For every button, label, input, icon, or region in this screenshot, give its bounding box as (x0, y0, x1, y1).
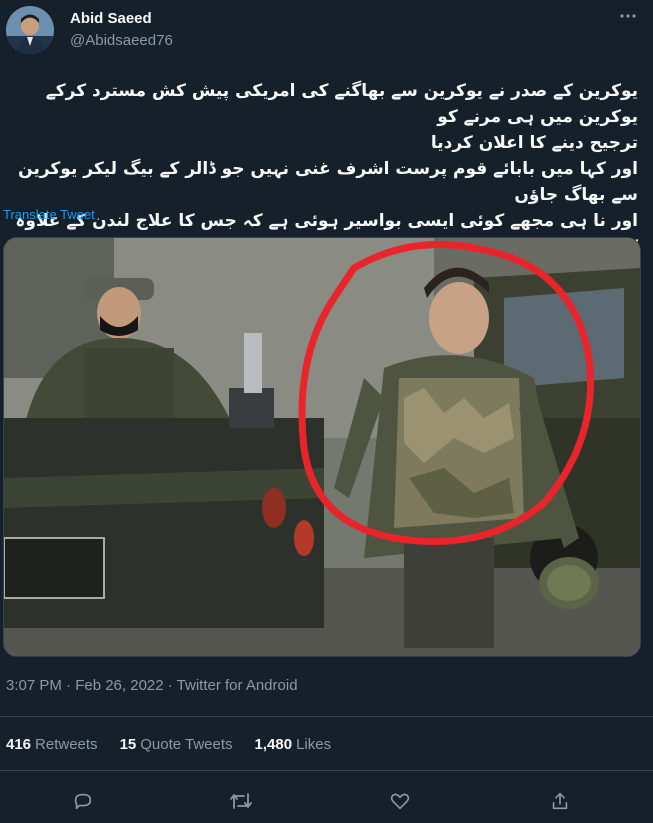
author-name[interactable]: Abid Saeed (70, 10, 152, 27)
tweet-photo[interactable] (3, 237, 641, 657)
author-handle[interactable]: @Abidsaeed76 (70, 32, 173, 49)
like-icon[interactable] (383, 784, 417, 818)
tweet-stats: 416 Retweets 15 Quote Tweets 1,480 Likes (6, 736, 331, 753)
share-icon[interactable] (543, 784, 577, 818)
quote-tweets-count: 15 (119, 736, 137, 753)
likes-count: 1,480 (254, 736, 293, 753)
photo-scene (4, 238, 640, 656)
divider (0, 716, 653, 717)
retweets-stat[interactable]: 416 Retweets (6, 736, 98, 753)
tweet-text: یوکرین کے صدر نے یوکرین سے بھاگنے کی امر… (15, 81, 638, 257)
retweets-label: Retweets (35, 736, 98, 753)
retweet-icon[interactable] (224, 784, 258, 818)
more-icon[interactable] (618, 6, 638, 31)
quote-tweets-stat[interactable]: 15 Quote Tweets (120, 736, 233, 753)
quote-tweets-label: Quote Tweets (140, 736, 233, 753)
tweet-actions (0, 784, 653, 818)
retweets-count: 416 (6, 736, 32, 753)
divider (0, 770, 653, 771)
tweet-timestamp[interactable]: 3:07 PM · Feb 26, 2022 · Twitter for And… (6, 677, 298, 694)
author-avatar[interactable] (6, 6, 54, 54)
likes-label: Likes (296, 736, 332, 753)
likes-stat[interactable]: 1,480 Likes (255, 736, 332, 753)
reply-icon[interactable] (66, 784, 100, 818)
translate-tweet-link[interactable]: Translate Tweet (3, 207, 95, 222)
